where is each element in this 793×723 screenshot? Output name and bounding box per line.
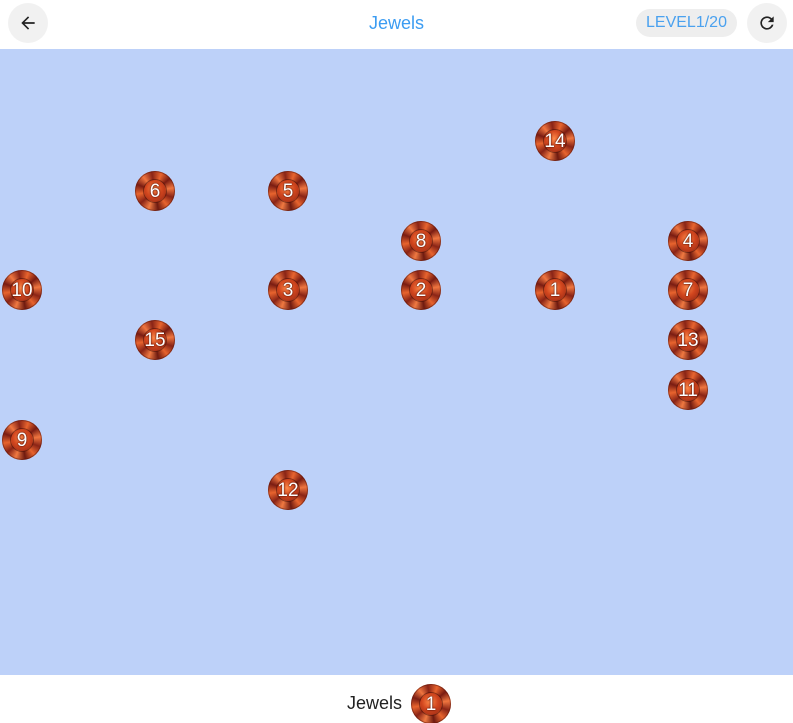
jewel[interactable]: 10: [2, 270, 42, 310]
jewel[interactable]: 8: [401, 221, 441, 261]
jewel[interactable]: 4: [668, 221, 708, 261]
reload-button[interactable]: [747, 3, 787, 43]
jewel[interactable]: 6: [135, 171, 175, 211]
jewel-number: 1: [549, 279, 561, 301]
jewel-number: 4: [682, 230, 694, 252]
jewel[interactable]: 12: [268, 470, 308, 510]
next-jewel-indicator: 1: [411, 684, 451, 723]
jewel-number: 7: [682, 279, 694, 301]
jewel[interactable]: 11: [668, 370, 708, 410]
jewel-number: 12: [277, 479, 299, 501]
arrow-left-icon: [21, 16, 35, 30]
jewel[interactable]: 13: [668, 320, 708, 360]
jewel-number: 14: [544, 130, 566, 152]
next-jewel-number: 1: [425, 693, 437, 715]
game-board: 14 6 5 8 4 10 3 2 1 7 15 13 11 9 12: [0, 49, 793, 675]
jewel[interactable]: 15: [135, 320, 175, 360]
jewel-number: 8: [415, 230, 427, 252]
jewel[interactable]: 7: [668, 270, 708, 310]
jewel-number: 15: [144, 329, 166, 351]
footer-label: Jewels: [347, 693, 403, 713]
jewel[interactable]: 2: [401, 270, 441, 310]
jewel[interactable]: 5: [268, 171, 308, 211]
jewel[interactable]: 9: [2, 420, 42, 460]
jewel-number: 11: [678, 379, 698, 401]
jewel-number: 2: [415, 279, 427, 301]
jewel-number: 3: [282, 279, 294, 301]
jewel[interactable]: 1: [535, 270, 575, 310]
back-button[interactable]: [8, 3, 48, 43]
header: Jewels LEVEL1/20: [0, 0, 793, 48]
jewel[interactable]: 14: [535, 121, 575, 161]
jewel-number: 6: [149, 180, 161, 202]
jewel-number: 9: [16, 429, 28, 451]
game-app: Jewels LEVEL1/20 14 6 5 8 4 10 3 2 1 7 1…: [0, 0, 793, 723]
jewel-number: 13: [677, 329, 699, 351]
reload-icon: [760, 16, 774, 30]
jewel-number: 10: [11, 279, 33, 301]
jewel[interactable]: 3: [268, 270, 308, 310]
level-badge: LEVEL1/20: [636, 9, 737, 37]
footer: Jewels 1: [0, 675, 793, 723]
jewel-number: 5: [282, 180, 294, 202]
